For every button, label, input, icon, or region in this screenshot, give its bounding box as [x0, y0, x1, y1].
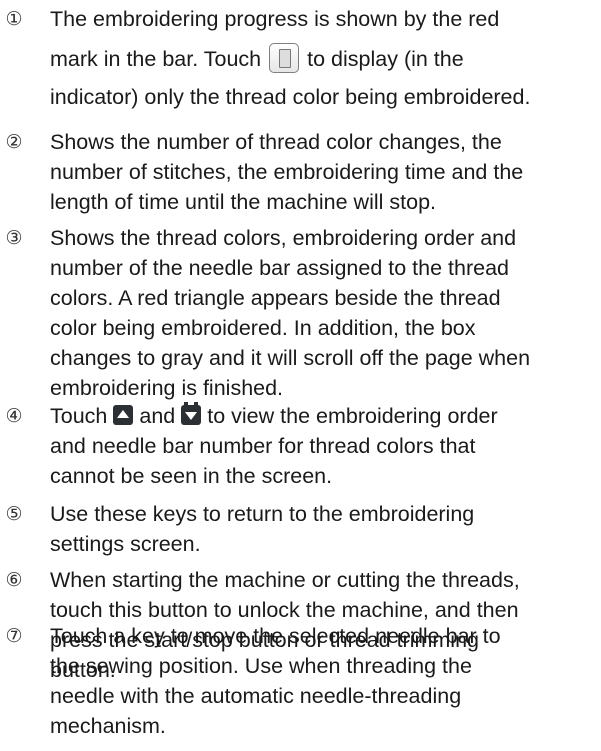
item-marker: ④ — [5, 405, 23, 427]
item-text-line: and needle bar number for thread colors … — [50, 434, 476, 458]
item-text-line: Touch a key to move the selected needle … — [50, 624, 501, 648]
item-text-line: Shows the number of thread color changes… — [50, 130, 502, 154]
item-text-line: cannot be seen in the screen. — [50, 464, 333, 488]
item-text-line: mark in the bar. Touch to display (in the — [50, 43, 464, 75]
item-text-line: When starting the machine or cutting the… — [50, 568, 520, 592]
item-marker: ① — [5, 8, 23, 30]
item-text-line: number of the needle bar assigned to the… — [50, 256, 509, 280]
item-text-line: the sewing position. Use when threading … — [50, 654, 472, 678]
thread-color-display-icon — [269, 43, 300, 74]
item-marker: ⑤ — [5, 503, 23, 525]
item-marker: ⑥ — [5, 569, 23, 591]
scroll-up-icon — [113, 405, 134, 426]
instruction-list: ① The embroidering progress is shown by … — [0, 0, 601, 751]
item-text-line: The embroidering progress is shown by th… — [50, 7, 500, 31]
item-text-line: color being embroidered. In addition, th… — [50, 316, 476, 340]
item-text-line: Touch and to view the embroidering order — [50, 402, 498, 428]
item-text-line: number of stitches, the embroidering tim… — [50, 160, 524, 184]
item-text-line: changes to gray and it will scroll off t… — [50, 346, 531, 370]
scroll-down-icon — [181, 402, 202, 426]
item-marker: ③ — [5, 227, 23, 249]
item-marker: ② — [5, 131, 23, 153]
item-text-line: length of time until the machine will st… — [50, 190, 437, 214]
item-text-line: Shows the thread colors, embroidering or… — [50, 226, 517, 250]
item-text-line: mechanism. — [50, 714, 166, 738]
item-marker: ⑦ — [5, 625, 23, 647]
item-text-line: Use these keys to return to the embroide… — [50, 502, 475, 526]
item-text-line: colors. A red triangle appears beside th… — [50, 286, 501, 310]
item-text-line: indicator) only the thread color being e… — [50, 85, 531, 109]
item-text-line: needle with the automatic needle-threadi… — [50, 684, 462, 708]
item-text-line: settings screen. — [50, 532, 201, 556]
